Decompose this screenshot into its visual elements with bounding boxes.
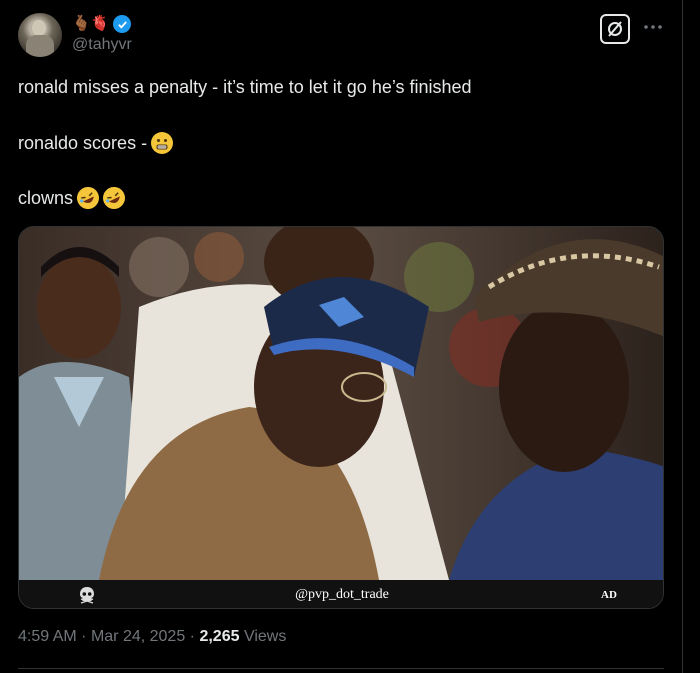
grimacing-face-emoji-icon [151, 132, 174, 154]
rolling-laughing-emoji-icon [99, 183, 129, 213]
avatar-figure-head [32, 20, 46, 36]
avatar-figure-body [26, 35, 54, 57]
meta-separator: · [189, 628, 195, 645]
rolling-laughing-emoji-icon [73, 183, 103, 213]
more-button[interactable] [640, 14, 666, 40]
divider [18, 668, 664, 669]
ad-label: AD [601, 589, 617, 601]
display-name-emojis: 🫰🏾🫀 [72, 15, 110, 32]
grok-icon [608, 21, 622, 37]
tweet-media[interactable]: @pvp_dot_trade AD [18, 226, 664, 609]
verified-badge-icon [113, 15, 132, 33]
tweet-time[interactable]: 4:59 AM [18, 628, 77, 645]
meta-separator: · [81, 628, 87, 645]
timeline-border [682, 0, 683, 673]
author-handle[interactable]: @tahyvr [72, 36, 132, 54]
watermark-bar: @pvp_dot_trade AD [19, 580, 663, 608]
tweet-text: ronaldo scores - [18, 132, 148, 153]
tweet-date[interactable]: Mar 24, 2025 [91, 628, 185, 645]
tweet-text: ronald misses a penalty - it’s time to l… [18, 77, 472, 97]
media-photo[interactable] [19, 227, 663, 580]
watermark-text: @pvp_dot_trade [295, 587, 389, 602]
views-count: 2,265 [199, 628, 240, 645]
tweet-text-line-1: ronald misses a penalty - it’s time to l… [18, 77, 472, 98]
tweet-text-line-2: ronaldo scores - [18, 132, 174, 154]
display-name[interactable]: 🫰🏾🫀 [72, 14, 132, 34]
tweet-text: clowns [18, 187, 74, 208]
views-label: Views [243, 628, 287, 645]
photo-illustration [19, 227, 663, 580]
more-icon [644, 25, 662, 29]
grok-button[interactable] [600, 14, 630, 44]
tweet-meta: 4:59 AM · Mar 24, 2025 · 2,265 Views [18, 628, 286, 646]
tweet-text-line-3: clowns [18, 183, 129, 213]
avatar[interactable] [18, 13, 62, 57]
